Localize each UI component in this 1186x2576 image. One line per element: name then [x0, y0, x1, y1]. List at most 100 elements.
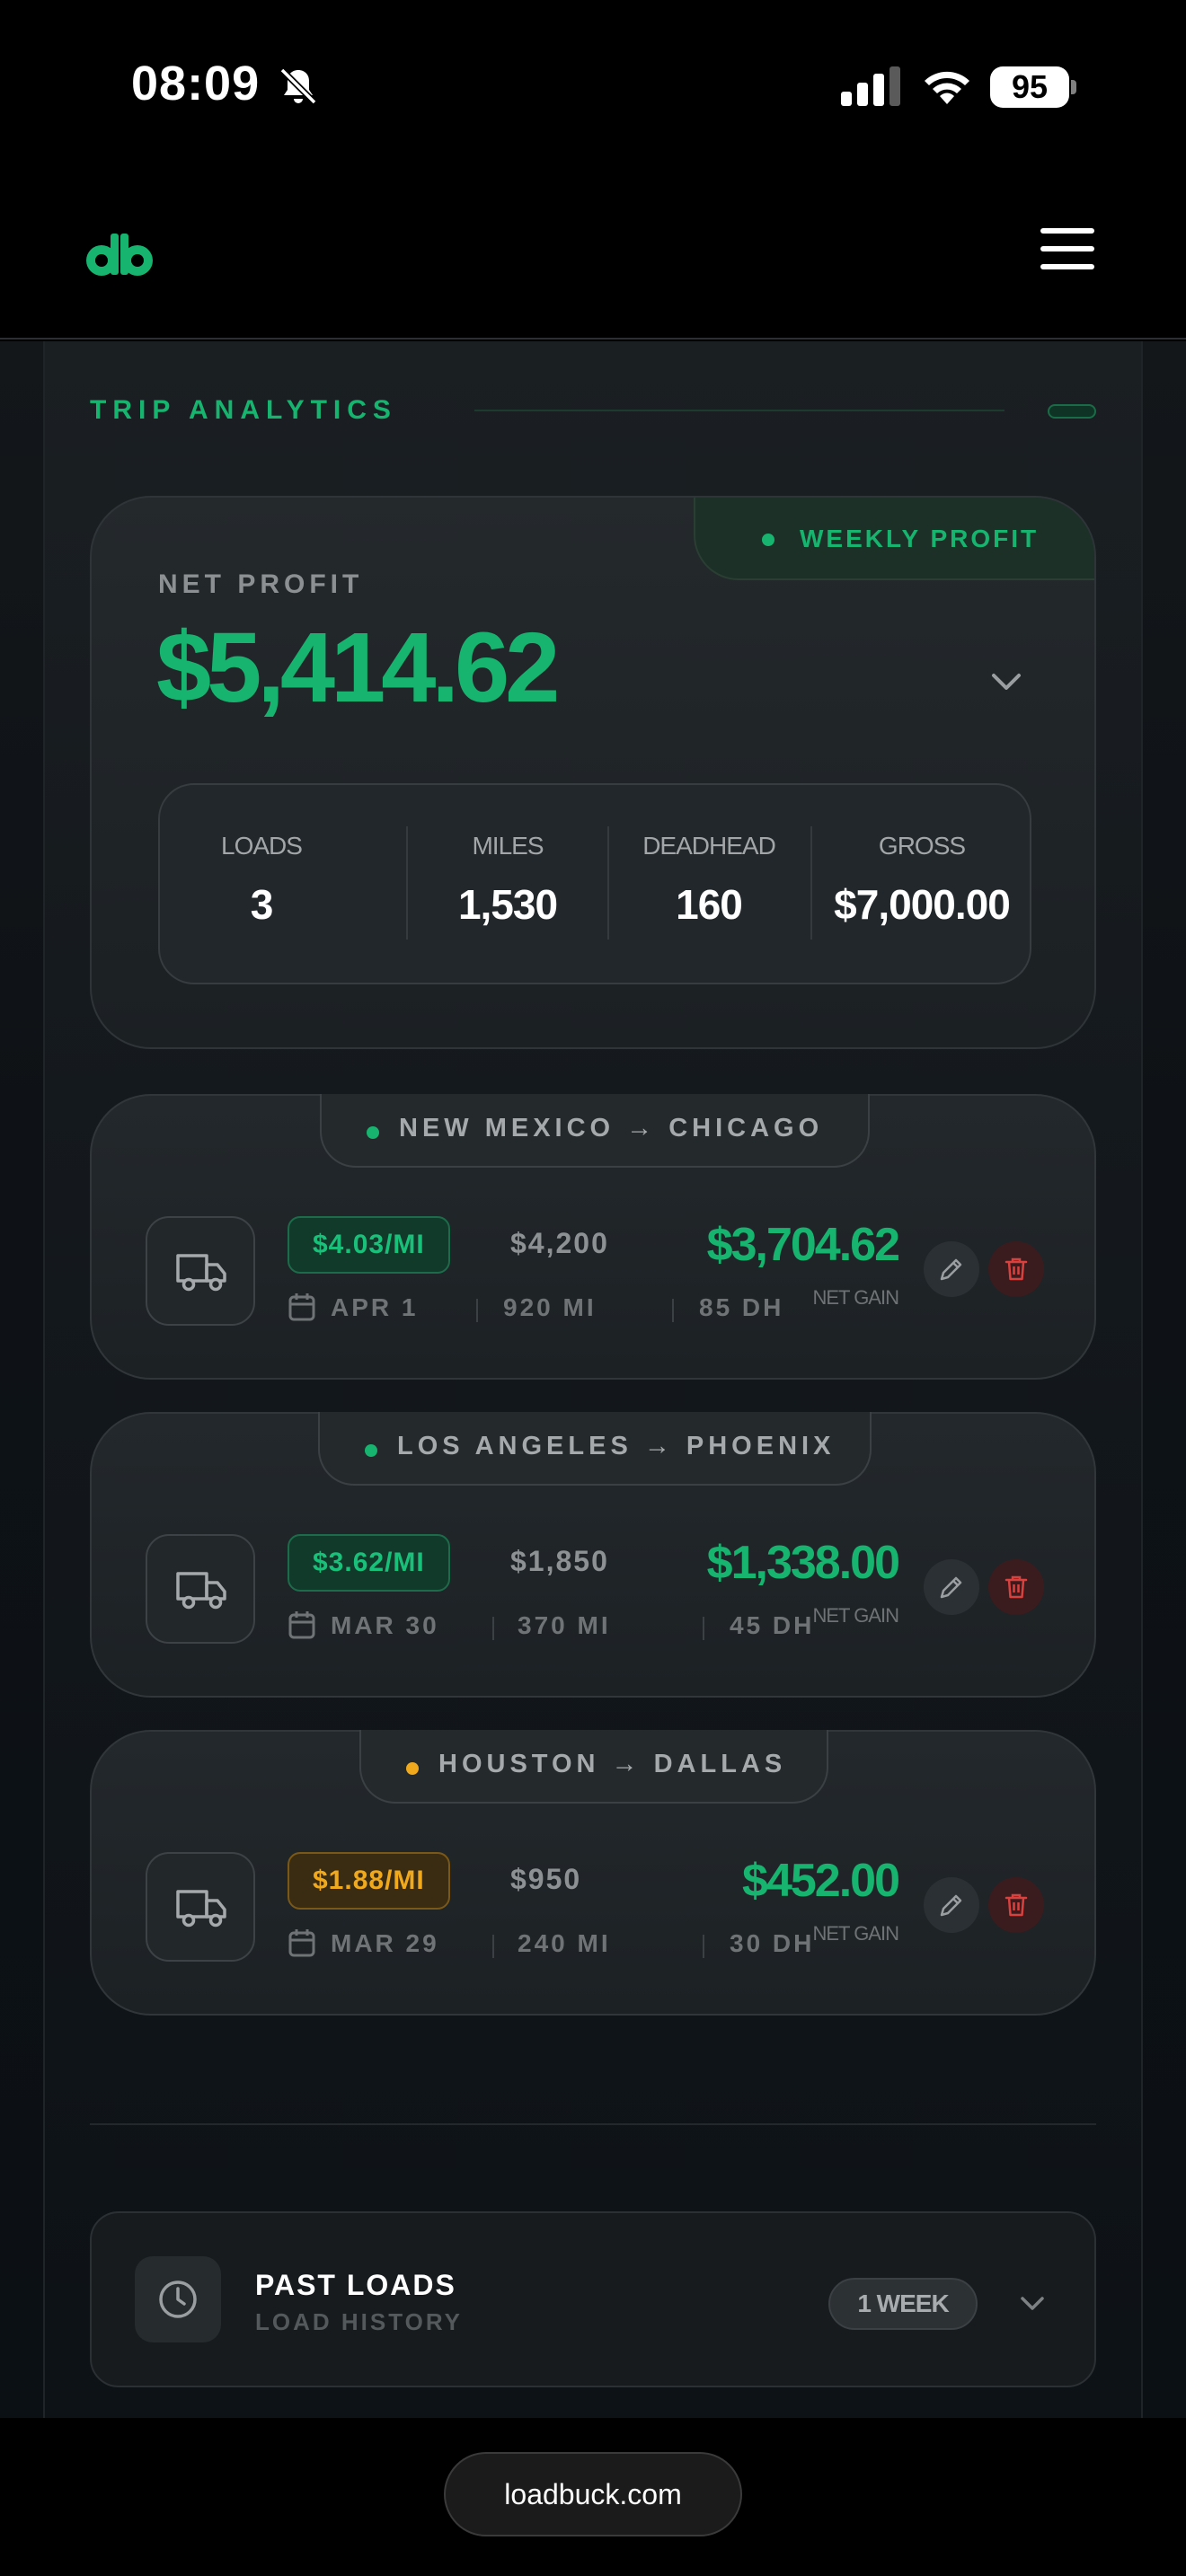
- stat-value: 1,530: [457, 881, 558, 928]
- trash-icon: [1005, 1575, 1028, 1599]
- menu-line: [1040, 246, 1094, 251]
- rate-per-mile-badge: $1.88/MI: [288, 1852, 450, 1910]
- past-loads-card[interactable]: PAST LOADS LOAD HISTORY 1 WEEK: [90, 2211, 1096, 2387]
- status-dot: [762, 534, 774, 546]
- route-tab: NEW MEXICO → CHICAGO: [320, 1094, 870, 1168]
- trip-card[interactable]: LOS ANGELES → PHOENIX $3.62/MI $1,850 MA…: [90, 1412, 1096, 1698]
- app-header: [0, 171, 1186, 340]
- trip-card[interactable]: HOUSTON → DALLAS $1.88/MI $950 MAR 29 24…: [90, 1730, 1096, 2016]
- rate-per-mile-badge: $3.62/MI: [288, 1534, 450, 1592]
- trip-date: MAR 30: [331, 1611, 439, 1639]
- stat-miles: MILES 1,530: [408, 785, 607, 986]
- cellular-signal-icon: [841, 66, 900, 106]
- rate-per-mile-badge: $4.03/MI: [288, 1216, 450, 1274]
- trip-deadhead: 85 DH: [699, 1293, 784, 1321]
- stats-box: LOADS 3 MILES 1,530 DEADHEAD 160 GROSS $…: [158, 783, 1031, 984]
- clock-icon-box: [135, 2256, 221, 2342]
- battery-level: 95: [990, 66, 1069, 108]
- route-label: LOS ANGELES → PHOENIX: [397, 1432, 836, 1460]
- chevron-down-icon[interactable]: [1015, 2290, 1049, 2317]
- wifi-icon: [925, 71, 969, 104]
- stat-loads: LOADS 3: [160, 785, 363, 986]
- status-bar: 08:09 95: [0, 0, 1186, 171]
- stat-value: 3: [250, 881, 274, 928]
- hamburger-menu-icon[interactable]: [1040, 228, 1094, 273]
- truck-icon-box: [146, 1852, 255, 1962]
- trash-icon: [1005, 1257, 1028, 1281]
- clock-icon: [159, 2280, 197, 2318]
- url-bar[interactable]: loadbuck.com: [444, 2452, 742, 2536]
- delete-button[interactable]: [988, 1559, 1044, 1615]
- browser-bar: loadbuck.com: [0, 2418, 1186, 2576]
- edit-button[interactable]: [924, 1559, 979, 1615]
- truck-icon: [176, 1890, 226, 1928]
- section-title: TRIP ANALYTICS: [90, 395, 397, 425]
- stat-value: $7,000.00: [834, 881, 1011, 928]
- stat-label: LOADS: [221, 832, 303, 860]
- summary-card: WEEKLY PROFIT NET PROFIT $5,414.62 LOADS…: [90, 496, 1096, 1049]
- delete-button[interactable]: [988, 1877, 1044, 1933]
- trip-miles: 920 MI: [503, 1293, 597, 1321]
- loadbuck-logo[interactable]: [83, 232, 156, 277]
- meta-separator: [672, 1299, 674, 1322]
- meta-separator: [703, 1935, 704, 1958]
- trip-date: MAR 29: [331, 1929, 439, 1957]
- stat-label: DEADHEAD: [642, 832, 776, 860]
- trip-deadhead: 30 DH: [730, 1929, 815, 1957]
- net-gain-label: NET GAIN: [812, 1922, 899, 1945]
- truck-icon: [176, 1254, 226, 1292]
- trip-deadhead: 45 DH: [730, 1611, 815, 1639]
- battery-icon: 95: [990, 66, 1076, 108]
- truck-icon-box: [146, 1216, 255, 1326]
- delete-button[interactable]: [988, 1241, 1044, 1297]
- calendar-icon: [288, 1293, 315, 1321]
- pencil-icon: [940, 1258, 962, 1281]
- net-gain-value: $452.00: [742, 1855, 900, 1907]
- status-time: 08:09: [131, 57, 261, 110]
- pencil-icon: [940, 1576, 962, 1599]
- battery-cap: [1071, 80, 1076, 94]
- period-tab[interactable]: WEEKLY PROFIT: [694, 498, 1094, 580]
- status-dot: [365, 1444, 377, 1457]
- stat-value: 160: [676, 881, 743, 928]
- gross-amount: $4,200: [510, 1227, 609, 1259]
- edit-button[interactable]: [924, 1241, 979, 1297]
- net-gain-label: NET GAIN: [812, 1286, 899, 1309]
- chevron-down-icon[interactable]: [983, 663, 1030, 699]
- edit-button[interactable]: [924, 1877, 979, 1933]
- section-indicator: [1048, 404, 1096, 419]
- bell-off-icon: [279, 67, 317, 105]
- section-divider-line: [474, 410, 1005, 411]
- trip-date: APR 1: [331, 1293, 419, 1321]
- net-profit-label: NET PROFIT: [158, 569, 364, 599]
- net-profit-value: $5,414.62: [156, 613, 560, 723]
- past-loads-title: PAST LOADS: [255, 2269, 456, 2301]
- net-gain-value: $3,704.62: [706, 1219, 900, 1271]
- meta-separator: [492, 1935, 494, 1958]
- status-dot: [367, 1126, 379, 1139]
- stat-deadhead: DEADHEAD 160: [609, 785, 809, 986]
- meta-separator: [476, 1299, 478, 1322]
- route-tab: LOS ANGELES → PHOENIX: [318, 1412, 872, 1486]
- status-dot: [406, 1762, 419, 1775]
- range-selector[interactable]: 1 WEEK: [828, 2278, 978, 2330]
- truck-icon: [176, 1572, 226, 1610]
- pencil-icon: [940, 1894, 962, 1917]
- meta-separator: [703, 1617, 704, 1640]
- route-label: NEW MEXICO → CHICAGO: [399, 1114, 824, 1142]
- trip-miles: 240 MI: [518, 1929, 611, 1957]
- period-label: WEEKLY PROFIT: [800, 525, 1040, 552]
- net-gain-label: NET GAIN: [812, 1604, 899, 1627]
- menu-line: [1040, 228, 1094, 234]
- calendar-icon: [288, 1611, 315, 1639]
- app-screen: 08:09 95 TRIP ANALYTICS WEEKLY PROFIT NE…: [0, 0, 1186, 2576]
- net-gain-value: $1,338.00: [706, 1537, 900, 1589]
- trip-card[interactable]: NEW MEXICO → CHICAGO $4.03/MI $4,200 APR…: [90, 1094, 1096, 1380]
- meta-separator: [492, 1617, 494, 1640]
- calendar-icon: [288, 1929, 315, 1957]
- gross-amount: $950: [510, 1863, 582, 1895]
- truck-icon-box: [146, 1534, 255, 1644]
- menu-line: [1040, 264, 1094, 269]
- stat-label: GROSS: [878, 832, 966, 860]
- past-loads-subtitle: LOAD HISTORY: [255, 2308, 464, 2335]
